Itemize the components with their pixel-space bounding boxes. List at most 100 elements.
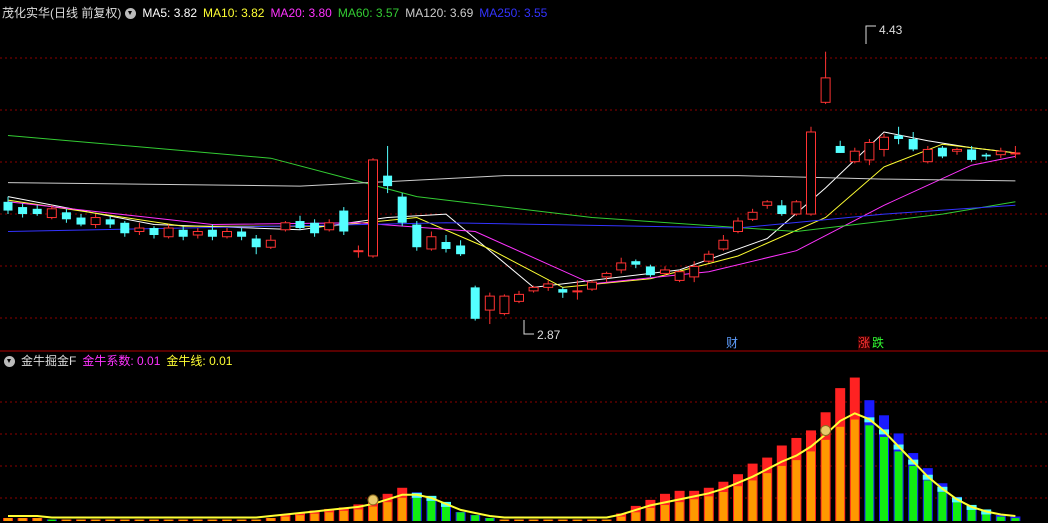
sub-bar-inner: [296, 515, 304, 521]
chart-area: [0, 25, 1048, 521]
sub-bar-inner: [982, 513, 991, 521]
candle-body: [528, 286, 539, 292]
candle-body: [674, 271, 685, 281]
candle-body: [484, 295, 495, 311]
main-panel-title: 茂化实华(日线 前复权): [2, 6, 122, 20]
indicator-line: 金牛线: 0.01: [166, 354, 233, 368]
candle-body: [46, 208, 57, 219]
indicator-ma60: MA60: 3.57: [337, 6, 400, 20]
candle-body: [820, 77, 831, 103]
candle-body: [660, 269, 670, 274]
candle-body: [3, 201, 13, 211]
limit-down-marker[interactable]: 跌: [872, 336, 884, 350]
sub-bar-inner: [953, 502, 961, 521]
money-bag-icon: [367, 494, 379, 506]
sub-bar-inner: [120, 519, 129, 521]
sub-bar-inner: [47, 519, 56, 521]
candle-body: [733, 220, 743, 233]
candlesticks: [3, 51, 1021, 325]
indicator-ma250: MA250: 3.55: [479, 6, 548, 20]
candle-body: [514, 293, 524, 302]
high-price-pointer: [865, 25, 876, 44]
candle-body: [689, 265, 700, 278]
candle-body: [747, 211, 758, 220]
sub-bar-inner: [354, 509, 363, 521]
candle-body: [1010, 152, 1021, 155]
sub-bar-inner: [310, 513, 319, 521]
candle-body: [76, 217, 86, 225]
sub-panel-header: 金牛掘金F 金牛系数: 0.01 金牛线: 0.01: [0, 350, 238, 372]
candle-body: [864, 141, 875, 161]
sub-bar-inner: [33, 518, 42, 521]
candle-body: [426, 236, 437, 250]
low-price-label: 2.87: [537, 328, 561, 342]
sub-bar-inner: [558, 519, 567, 521]
sub-bar-inner: [661, 505, 669, 521]
sub-bar-inner: [325, 512, 334, 521]
sub-bar-inner: [909, 465, 918, 521]
candle-body: [967, 149, 977, 160]
sub-bar-inner: [719, 492, 728, 521]
finance-marker[interactable]: 财: [726, 336, 738, 350]
indicator-ma20: MA20: 3.80: [270, 6, 332, 20]
candle-body: [18, 207, 28, 215]
candle-body: [441, 241, 451, 249]
sub-bar-inner: [193, 519, 202, 521]
candle-body: [61, 212, 71, 220]
sub-bar-inner: [617, 516, 626, 521]
sub-bar-inner: [675, 502, 684, 521]
candle-body: [703, 253, 714, 262]
sub-bar-inner: [383, 502, 392, 521]
money-bag-icon: [820, 424, 832, 436]
sub-bar-inner: [894, 451, 903, 521]
chevron-down-icon[interactable]: [4, 355, 15, 367]
sub-bar-inner: [880, 436, 888, 521]
sub-bar-inner: [734, 486, 742, 521]
candle-body: [353, 250, 364, 253]
indicator-coefficient: 金牛系数: 0.01: [82, 354, 161, 368]
jinniu-line: [8, 412, 1016, 519]
sub-bar-inner: [442, 506, 450, 521]
candle-body: [718, 239, 729, 250]
candle-body: [762, 201, 773, 206]
indicator-ma120: MA120: 3.69: [405, 6, 474, 20]
candle-body: [339, 210, 349, 232]
candle-body: [470, 287, 480, 319]
sub-bar-inner: [62, 519, 71, 521]
sub-bar-inner: [646, 507, 655, 521]
candle-body: [456, 245, 466, 255]
candle-body: [412, 224, 422, 248]
candle-body: [879, 136, 889, 150]
sub-bar-inner: [281, 516, 290, 521]
candle-body: [645, 266, 655, 276]
sub-bar-inner: [792, 460, 801, 521]
high-price-label: 4.43: [879, 23, 903, 37]
candle-body: [207, 229, 217, 237]
sub-bar-inner: [807, 451, 815, 521]
candle-body: [237, 231, 247, 237]
sub-bar-inner: [763, 473, 772, 521]
candle-body: [543, 283, 554, 288]
sub-bar-inner: [208, 519, 217, 521]
candle-body: [922, 148, 933, 163]
sub-bar-inner: [602, 519, 611, 521]
sub-bar-inner: [748, 480, 757, 521]
ma-line-ma5: [7, 131, 1016, 288]
sub-bar-inner: [544, 519, 553, 521]
indicator-ma5: MA5: 3.82: [142, 6, 198, 20]
candle-body: [251, 238, 261, 248]
sub-bar-inner: [4, 518, 12, 521]
candle-body: [280, 222, 291, 231]
candle-body: [908, 138, 918, 150]
candle-body: [558, 289, 568, 293]
candle-body: [178, 229, 188, 237]
sub-bar-inner: [412, 497, 421, 521]
candle-body: [90, 217, 101, 226]
chevron-down-icon[interactable]: [125, 7, 137, 19]
sub-bar-inner: [821, 439, 830, 521]
candle-body: [806, 131, 816, 215]
sub-bar-inner: [485, 518, 494, 521]
sub-indicator-bars: [3, 377, 1021, 521]
candle-body: [587, 281, 597, 290]
limit-up-marker[interactable]: 涨: [858, 336, 871, 350]
